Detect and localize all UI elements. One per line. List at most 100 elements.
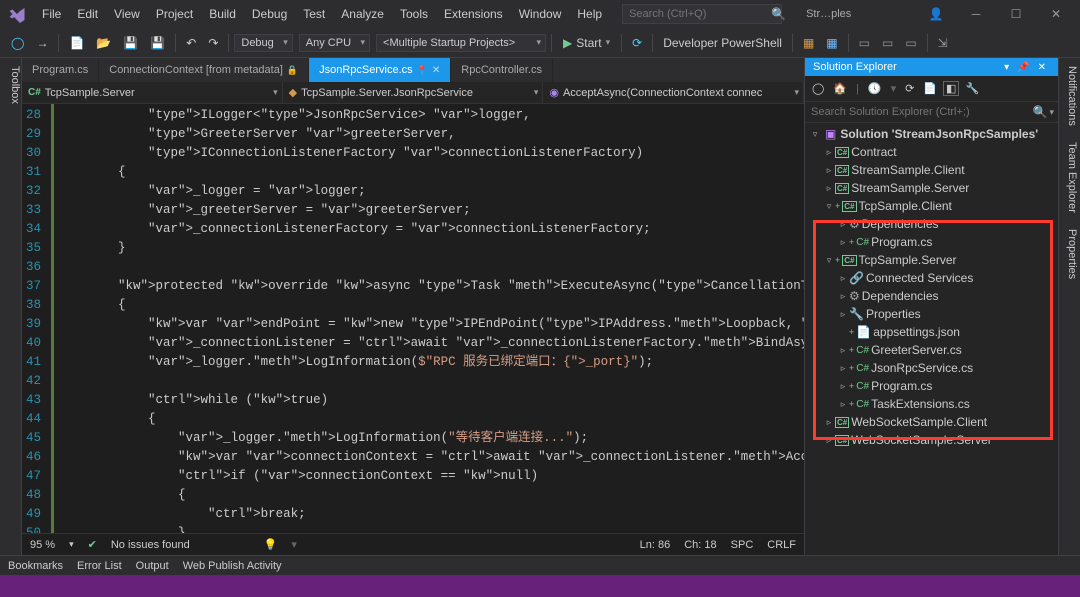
tree-item[interactable]: ▿+C#TcpSample.Server (805, 251, 1058, 269)
sol-home-icon[interactable]: 🏠 (830, 80, 850, 97)
doc-tab[interactable]: Program.cs (22, 58, 99, 82)
bottom-tab-web-publish-activity[interactable]: Web Publish Activity (183, 560, 282, 572)
menu-build[interactable]: Build (201, 3, 244, 25)
refresh-button[interactable]: ⟳ (627, 33, 647, 53)
start-button[interactable]: ▶ Start ▾ (557, 34, 616, 52)
menu-help[interactable]: Help (569, 3, 610, 25)
toolbox-tab[interactable]: Toolbox (0, 58, 22, 555)
redo-button[interactable]: ↷ (203, 33, 223, 53)
maximize-button[interactable]: ☐ (996, 0, 1036, 28)
tree-item[interactable]: ▹⚙Dependencies (805, 287, 1058, 305)
tree-twisty[interactable]: ▹ (837, 363, 849, 374)
eol-mode[interactable]: CRLF (767, 539, 796, 551)
doc-tab[interactable]: RpcController.cs (451, 58, 553, 82)
tree-twisty[interactable]: ▿ (823, 255, 835, 266)
menu-debug[interactable]: Debug (244, 3, 295, 25)
tree-twisty[interactable]: ▹ (837, 345, 849, 356)
tree-item[interactable]: ▹C#Contract (805, 143, 1058, 161)
side-tab-team-explorer[interactable]: Team Explorer (1059, 134, 1080, 221)
tree-item[interactable]: ▹+C#Program.cs (805, 233, 1058, 251)
nav-project[interactable]: C#TcpSample.Server (22, 82, 283, 103)
more3-icon[interactable]: ▭ (900, 33, 921, 53)
tree-twisty[interactable]: ▹ (837, 399, 849, 410)
menu-project[interactable]: Project (148, 3, 201, 25)
bottom-tab-error-list[interactable]: Error List (77, 560, 122, 572)
tree-twisty[interactable]: ▹ (837, 237, 849, 248)
tree-twisty[interactable]: ▹ (837, 273, 849, 284)
sol-showall-icon[interactable]: 📄 (920, 80, 940, 97)
sol-properties-icon[interactable]: 🔧 (962, 80, 982, 97)
tree-twisty[interactable]: ▹ (837, 381, 849, 392)
bottom-tab-output[interactable]: Output (136, 560, 169, 572)
ext2-icon[interactable]: ▦ (821, 33, 842, 53)
zoom-level[interactable]: 95 % (30, 539, 55, 551)
terminal-label[interactable]: Developer PowerShell (658, 33, 787, 53)
more1-icon[interactable]: ▭ (854, 33, 875, 53)
tree-item[interactable]: ▹🔗Connected Services (805, 269, 1058, 287)
code-editor[interactable]: 2829303132333435363738394041424344454647… (22, 104, 804, 533)
undo-button[interactable]: ↶ (181, 33, 201, 53)
solution-root[interactable]: ▿ ▣ Solution 'StreamJsonRpcSamples' (805, 125, 1058, 143)
lightbulb-icon[interactable]: 💡 (264, 538, 278, 551)
side-tab-properties[interactable]: Properties (1059, 221, 1080, 287)
panel-close[interactable]: ✕ (1034, 62, 1050, 73)
nav-member[interactable]: ◉AcceptAsync(ConnectionContext connec (543, 82, 804, 103)
sol-sync-icon[interactable]: 🕔 (865, 80, 885, 97)
menu-extensions[interactable]: Extensions (436, 3, 511, 25)
solution-tree[interactable]: ▿ ▣ Solution 'StreamJsonRpcSamples' ▹C#C… (805, 123, 1058, 555)
ext-icon[interactable]: ▦ (798, 33, 819, 53)
tree-item[interactable]: ▿+C#TcpSample.Client (805, 197, 1058, 215)
sol-refresh-icon[interactable]: ⟳ (902, 80, 917, 97)
save-button[interactable]: 💾 (118, 33, 143, 53)
tree-twisty[interactable]: ▹ (823, 183, 835, 194)
pin-icon[interactable]: 📍 (417, 65, 428, 76)
panel-dropdown[interactable]: ▾ (1000, 62, 1013, 73)
tree-twisty[interactable]: ▹ (837, 309, 849, 320)
sol-back-button[interactable]: ◯ (809, 80, 827, 97)
doc-tab[interactable]: JsonRpcService.cs📍 ✕ (309, 58, 451, 82)
quick-search-input[interactable] (629, 8, 771, 20)
tree-twisty[interactable]: ▿ (823, 201, 835, 212)
indent-mode[interactable]: SPC (731, 539, 754, 551)
minimize-button[interactable]: ─ (956, 0, 996, 28)
quick-search[interactable]: 🔍 (622, 4, 782, 24)
sol-collapse-icon[interactable]: ◧ (943, 81, 959, 96)
menu-window[interactable]: Window (511, 3, 570, 25)
tree-item[interactable]: +📄appsettings.json (805, 323, 1058, 341)
menu-tools[interactable]: Tools (392, 3, 436, 25)
code-lines[interactable]: "type">ILogger<"type">JsonRpcService> "v… (54, 104, 804, 533)
tree-twisty[interactable]: ▹ (823, 165, 835, 176)
solution-search[interactable]: 🔍 ▾ (805, 102, 1058, 123)
startup-combo[interactable]: <Multiple Startup Projects> (376, 34, 546, 52)
menu-file[interactable]: File (34, 3, 69, 25)
bottom-tab-bookmarks[interactable]: Bookmarks (8, 560, 63, 572)
nav-type[interactable]: ◆TcpSample.Server.JsonRpcService (283, 82, 544, 103)
issues-label[interactable]: No issues found (111, 539, 190, 551)
menu-analyze[interactable]: Analyze (333, 3, 392, 25)
tree-item[interactable]: ▹⚙Dependencies (805, 215, 1058, 233)
solution-search-input[interactable] (809, 104, 1033, 120)
tree-item[interactable]: ▹C#StreamSample.Server (805, 179, 1058, 197)
menu-test[interactable]: Test (295, 3, 333, 25)
tree-item[interactable]: ▹C#WebSocketSample.Server (805, 431, 1058, 449)
config-combo[interactable]: Debug (234, 34, 292, 52)
tree-twisty[interactable]: ▹ (837, 291, 849, 302)
open-button[interactable]: 📂 (91, 33, 116, 53)
user-icon[interactable]: 👤 (916, 0, 956, 28)
live-share-icon[interactable]: ⇲ (933, 33, 953, 53)
nav-back-button[interactable]: ◯ (6, 33, 29, 53)
close-button[interactable]: ✕ (1036, 0, 1076, 28)
tree-item[interactable]: ▹+C#Program.cs (805, 377, 1058, 395)
tree-item[interactable]: ▹C#StreamSample.Client (805, 161, 1058, 179)
tree-item[interactable]: ▹🔧Properties (805, 305, 1058, 323)
platform-combo[interactable]: Any CPU (299, 34, 370, 52)
menu-edit[interactable]: Edit (69, 3, 106, 25)
save-all-button[interactable]: 💾 (145, 33, 170, 53)
tree-item[interactable]: ▹C#WebSocketSample.Client (805, 413, 1058, 431)
new-project-button[interactable]: 📄 (64, 33, 89, 53)
tree-item[interactable]: ▹+C#JsonRpcService.cs (805, 359, 1058, 377)
tree-item[interactable]: ▹+C#GreeterServer.cs (805, 341, 1058, 359)
panel-pin-icon[interactable]: 📌 (1013, 62, 1033, 73)
nav-fwd-button[interactable]: → (31, 33, 53, 53)
tree-twisty[interactable]: ▹ (823, 417, 835, 428)
